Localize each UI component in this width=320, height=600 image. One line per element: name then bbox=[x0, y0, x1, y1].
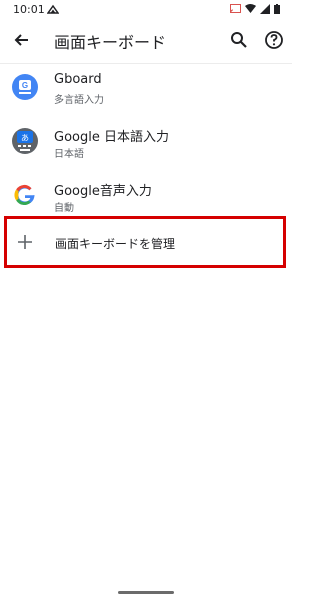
keyboard-title: Google 日本語入力 bbox=[54, 130, 169, 145]
keyboard-subtitle: 日本語 bbox=[54, 149, 84, 160]
status-icons bbox=[230, 4, 280, 17]
help-icon[interactable] bbox=[264, 30, 284, 50]
list-item-google-japanese-input[interactable]: あ Google 日本語入力 日本語 bbox=[0, 118, 292, 170]
manage-keyboards-button[interactable]: 画面キーボードを管理 bbox=[4, 216, 286, 268]
keyboard-title: Google音声入力 bbox=[54, 184, 152, 199]
status-bar: 10:01 bbox=[0, 0, 292, 20]
battery-icon bbox=[274, 4, 280, 17]
wifi-icon bbox=[245, 4, 256, 17]
page-title: 画面キーボード bbox=[54, 33, 167, 52]
signal-icon bbox=[260, 4, 270, 17]
svg-text:G: G bbox=[22, 81, 28, 90]
google-g-icon bbox=[12, 182, 38, 208]
gboard-icon: G bbox=[12, 74, 38, 100]
keyboard-title: Gboard bbox=[54, 72, 102, 87]
notification-icon bbox=[46, 4, 60, 17]
status-time: 10:01 bbox=[13, 3, 45, 16]
google-japanese-input-icon: あ bbox=[12, 128, 38, 154]
list-item-gboard[interactable]: G Gboard 多言語入力 bbox=[0, 64, 292, 116]
home-indicator[interactable] bbox=[118, 591, 174, 594]
cast-icon bbox=[230, 4, 241, 17]
svg-text:あ: あ bbox=[21, 134, 29, 143]
keyboard-subtitle: 自動 bbox=[54, 203, 74, 214]
plus-icon bbox=[16, 233, 34, 251]
search-icon[interactable] bbox=[229, 30, 249, 50]
app-bar: 画面キーボード bbox=[0, 20, 292, 60]
keyboard-subtitle: 多言語入力 bbox=[54, 95, 104, 106]
back-arrow-icon[interactable] bbox=[12, 30, 32, 50]
manage-keyboards-label: 画面キーボードを管理 bbox=[55, 237, 176, 251]
